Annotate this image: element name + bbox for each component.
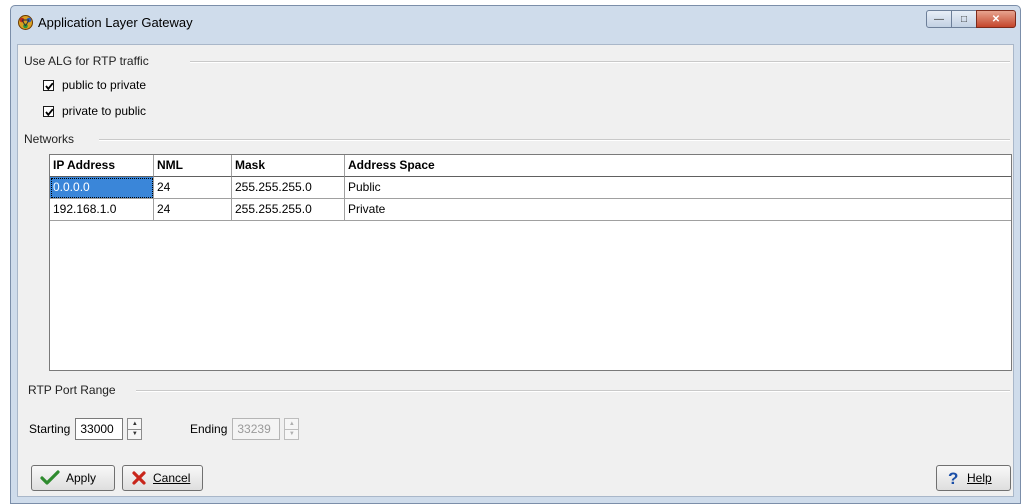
networks-group-label: Networks <box>24 132 75 146</box>
ending-label: Ending <box>190 422 228 436</box>
help-button[interactable]: ? Help <box>936 465 1011 491</box>
cancel-button[interactable]: Cancel <box>122 465 203 491</box>
cell-mask[interactable]: 255.255.255.0 <box>232 177 345 199</box>
minimize-button[interactable]: — <box>926 10 952 28</box>
cell-nml[interactable]: 24 <box>154 177 232 199</box>
cell-ip-address[interactable]: 192.168.1.0 <box>50 199 154 221</box>
cell-address-space[interactable]: Public <box>345 177 1011 199</box>
networks-table[interactable]: IP Address NML Mask Address Space 0.0.0.… <box>49 154 1012 371</box>
ending-port-group: Ending 33239 ▲ ▼ <box>190 418 300 440</box>
checkbox-box[interactable] <box>43 79 54 91</box>
close-icon: ✕ <box>991 13 1001 25</box>
ending-port-input[interactable]: 33239 <box>232 418 281 440</box>
cell-address-space[interactable]: Private <box>345 199 1011 221</box>
close-button[interactable]: ✕ <box>976 10 1016 28</box>
column-header-address-space[interactable]: Address Space <box>345 155 1011 177</box>
caption-buttons: — □ ✕ <box>926 10 1016 28</box>
rtp-group-divider <box>136 390 1010 392</box>
starting-port-input[interactable]: 33000 <box>75 418 124 440</box>
starting-port-group: Starting 33000 ▲ ▼ <box>29 418 143 440</box>
spin-up-icon[interactable]: ▲ <box>128 419 142 430</box>
table-header-row: IP Address NML Mask Address Space <box>50 155 1011 177</box>
network-gateway-icon <box>17 14 34 31</box>
minimize-icon: — <box>934 13 944 25</box>
column-header-ip-address[interactable]: IP Address <box>50 155 154 177</box>
alg-group-divider <box>190 61 1010 63</box>
spin-up-icon[interactable]: ▲ <box>285 419 299 430</box>
apply-label: Apply <box>66 471 97 485</box>
checkbox-box[interactable] <box>43 105 54 117</box>
svg-text:?: ? <box>948 469 958 487</box>
cancel-label: Cancel <box>153 471 191 485</box>
restore-icon: □ <box>960 13 968 25</box>
title-bar[interactable]: Application Layer Gateway — □ ✕ <box>11 6 1020 44</box>
spin-down-icon[interactable]: ▼ <box>285 430 298 440</box>
x-icon <box>132 471 146 485</box>
starting-label: Starting <box>29 422 71 436</box>
cell-nml[interactable]: 24 <box>154 199 232 221</box>
private-to-public-label: private to public <box>62 104 147 118</box>
apply-button[interactable]: Apply <box>31 465 115 491</box>
cell-ip-address[interactable]: 0.0.0.0 <box>50 177 154 199</box>
spin-down-icon[interactable]: ▼ <box>128 430 141 440</box>
window-title: Application Layer Gateway <box>38 15 193 30</box>
networks-group-divider <box>99 139 1010 141</box>
dialog-body: Use ALG for RTP traffic public to privat… <box>17 44 1014 497</box>
maximize-button[interactable]: □ <box>951 10 977 28</box>
question-mark-icon: ? <box>948 469 958 487</box>
public-to-private-label: public to private <box>62 78 147 92</box>
table-row[interactable]: 192.168.1.0 24 255.255.255.0 Private <box>50 199 1011 221</box>
alg-group-label: Use ALG for RTP traffic <box>24 54 149 68</box>
rtp-group-label: RTP Port Range <box>28 383 116 397</box>
application-window: Application Layer Gateway — □ ✕ Use ALG … <box>10 5 1021 504</box>
table-row[interactable]: 0.0.0.0 24 255.255.255.0 Public <box>50 177 1011 199</box>
checkmark-icon <box>45 82 54 90</box>
checkmark-icon <box>40 470 60 485</box>
cell-mask[interactable]: 255.255.255.0 <box>232 199 345 221</box>
help-label: Help <box>967 471 992 485</box>
column-header-nml[interactable]: NML <box>154 155 232 177</box>
starting-port-spinner[interactable]: ▲ ▼ <box>127 418 143 440</box>
column-header-mask[interactable]: Mask <box>232 155 345 177</box>
checkmark-icon <box>45 108 54 116</box>
public-to-private-checkbox[interactable]: public to private <box>43 78 146 92</box>
ending-port-spinner[interactable]: ▲ ▼ <box>284 418 300 440</box>
private-to-public-checkbox[interactable]: private to public <box>43 104 146 118</box>
